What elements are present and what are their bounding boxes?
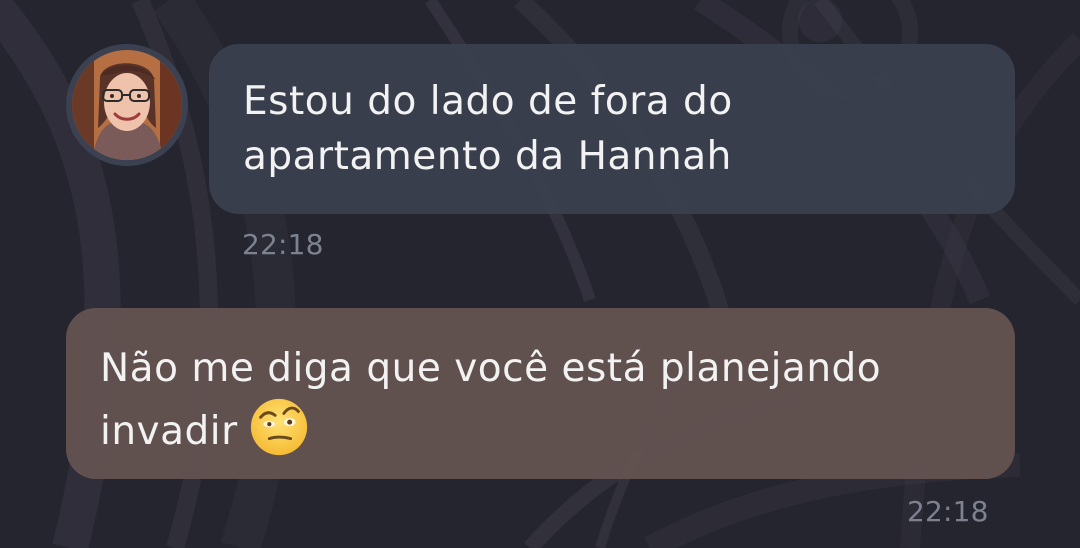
- incoming-message-bubble[interactable]: Estou do lado de fora do apartamento da …: [209, 44, 1015, 214]
- incoming-message-text: Estou do lado de fora do apartamento da …: [243, 79, 733, 179]
- outgoing-message-bubble[interactable]: Não me diga que você está planejando inv…: [66, 308, 1015, 479]
- avatar[interactable]: [66, 44, 188, 166]
- user-photo-icon: [72, 50, 182, 160]
- outgoing-message-text: Não me diga que você está planejando inv…: [100, 346, 882, 454]
- outgoing-message-time: 22:18: [907, 495, 989, 528]
- chat-screen: Estou do lado de fora do apartamento da …: [0, 0, 1080, 548]
- face-with-raised-eyebrow-icon: [248, 396, 310, 458]
- incoming-message-time: 22:18: [242, 228, 324, 261]
